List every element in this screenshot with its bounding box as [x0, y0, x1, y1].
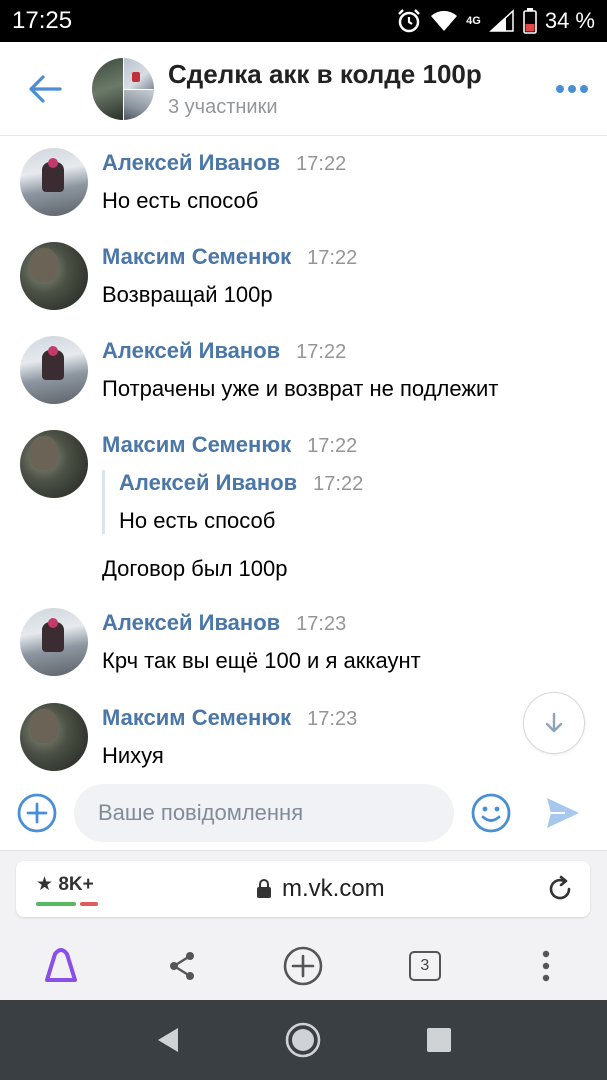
back-button[interactable] [0, 42, 90, 136]
quote-author: Алексей Иванов [119, 470, 298, 495]
chat-members-count: 3 участники [168, 95, 278, 118]
message-author[interactable]: Алексей Иванов [102, 150, 280, 176]
url-text: m.vk.com [282, 875, 385, 902]
message-text: Но есть способ [102, 188, 259, 213]
url-display[interactable]: m.vk.com [256, 875, 385, 903]
quote-text: Но есть способ [119, 508, 276, 533]
alice-icon [44, 948, 77, 982]
browser-toolbar: ★ 8K+ m.vk.com 3 [0, 850, 607, 1000]
plus-circle-icon [284, 946, 323, 986]
avatar[interactable] [20, 608, 88, 676]
new-tab-button[interactable] [268, 931, 338, 1001]
message-time: 17:23 [296, 613, 347, 635]
browser-menu-button[interactable] [511, 931, 581, 1001]
star-icon: ★ [36, 874, 54, 895]
avatar[interactable] [20, 703, 88, 771]
message-time: 17:22 [307, 247, 358, 269]
alarm-icon [398, 9, 421, 33]
message-text: Нихуя [102, 743, 164, 768]
send-icon [547, 798, 579, 828]
scroll-to-bottom-button[interactable] [523, 692, 585, 754]
message-time: 17:22 [307, 435, 358, 457]
message-author[interactable]: Максим Семенюк [102, 432, 291, 458]
status-bar: 17:25 4G 34 % [0, 0, 607, 42]
status-time: 17:25 [12, 7, 73, 34]
system-recents-button[interactable] [409, 1010, 469, 1070]
message-text: Потрачены уже и возврат не подлежит [102, 376, 499, 401]
message-text: Крч так вы ещё 100 и я аккаунт [102, 648, 421, 673]
rating-value: 8K+ [58, 874, 94, 895]
message-author[interactable]: Максим Семенюк [102, 705, 291, 731]
avatar[interactable] [20, 430, 88, 498]
message-time: 17:22 [296, 341, 347, 363]
more-options-button[interactable] [537, 42, 607, 136]
chat-avatar[interactable] [92, 57, 154, 120]
reload-icon[interactable] [544, 873, 576, 905]
message-time: 17:22 [296, 153, 347, 175]
emoji-button[interactable] [454, 776, 528, 850]
system-back-button[interactable] [138, 1010, 198, 1070]
more-vertical-icon [543, 950, 550, 982]
avatar[interactable] [20, 242, 88, 310]
system-home-button[interactable] [273, 1010, 333, 1070]
battery-icon [523, 8, 537, 34]
avatar[interactable] [20, 148, 88, 216]
triangle-back-icon [157, 1028, 178, 1052]
message-input-box[interactable] [74, 784, 454, 842]
message-author[interactable]: Алексей Иванов [102, 610, 280, 636]
message-text: Договор был 100р [102, 556, 288, 581]
message-input[interactable] [98, 800, 454, 826]
home-circle-icon [286, 1022, 321, 1058]
alice-button[interactable] [26, 931, 96, 1001]
battery-level: 34 % [544, 8, 595, 33]
system-navigation-bar [0, 1000, 607, 1080]
chat-header: Сделка акк в колде 100р 3 участники [0, 42, 607, 136]
signal-icon [488, 9, 514, 32]
network-type: 4G [466, 14, 481, 27]
address-bar[interactable]: ★ 8K+ m.vk.com [16, 861, 590, 917]
tabs-button[interactable]: 3 [390, 931, 460, 1001]
message-text: Возвращай 100р [102, 282, 273, 307]
share-icon [170, 952, 195, 980]
smile-icon [471, 793, 511, 833]
message-author[interactable]: Максим Семенюк [102, 244, 291, 270]
site-rating[interactable]: ★ 8K+ [36, 873, 106, 906]
chat-header-text[interactable]: Сделка акк в колде 100р 3 участники [168, 59, 482, 119]
browser-nav: 3 [0, 931, 607, 1001]
lock-icon [257, 879, 271, 898]
tabs-count: 3 [408, 951, 441, 981]
status-icons: 4G 34 % [396, 8, 595, 34]
more-dots-icon [556, 84, 588, 93]
share-button[interactable] [147, 931, 217, 1001]
message-time: 17:23 [307, 708, 358, 730]
message-composer [0, 776, 607, 850]
message-list[interactable]: Алексей Иванов 17:22 Но есть способ Макс… [0, 136, 607, 776]
send-button[interactable] [528, 776, 598, 850]
plus-circle-icon [17, 793, 57, 833]
square-recents-icon [427, 1028, 452, 1052]
attach-button[interactable] [0, 776, 74, 850]
arrow-left-icon [29, 74, 62, 103]
chat-title: Сделка акк в колде 100р [168, 58, 482, 89]
avatar[interactable] [20, 336, 88, 404]
message-author[interactable]: Алексей Иванов [102, 338, 280, 364]
quoted-message[interactable]: Алексей Иванов 17:22 Но есть способ [102, 470, 587, 534]
quote-time: 17:22 [313, 473, 364, 495]
arrow-down-icon [545, 712, 563, 733]
wifi-icon [431, 10, 458, 31]
